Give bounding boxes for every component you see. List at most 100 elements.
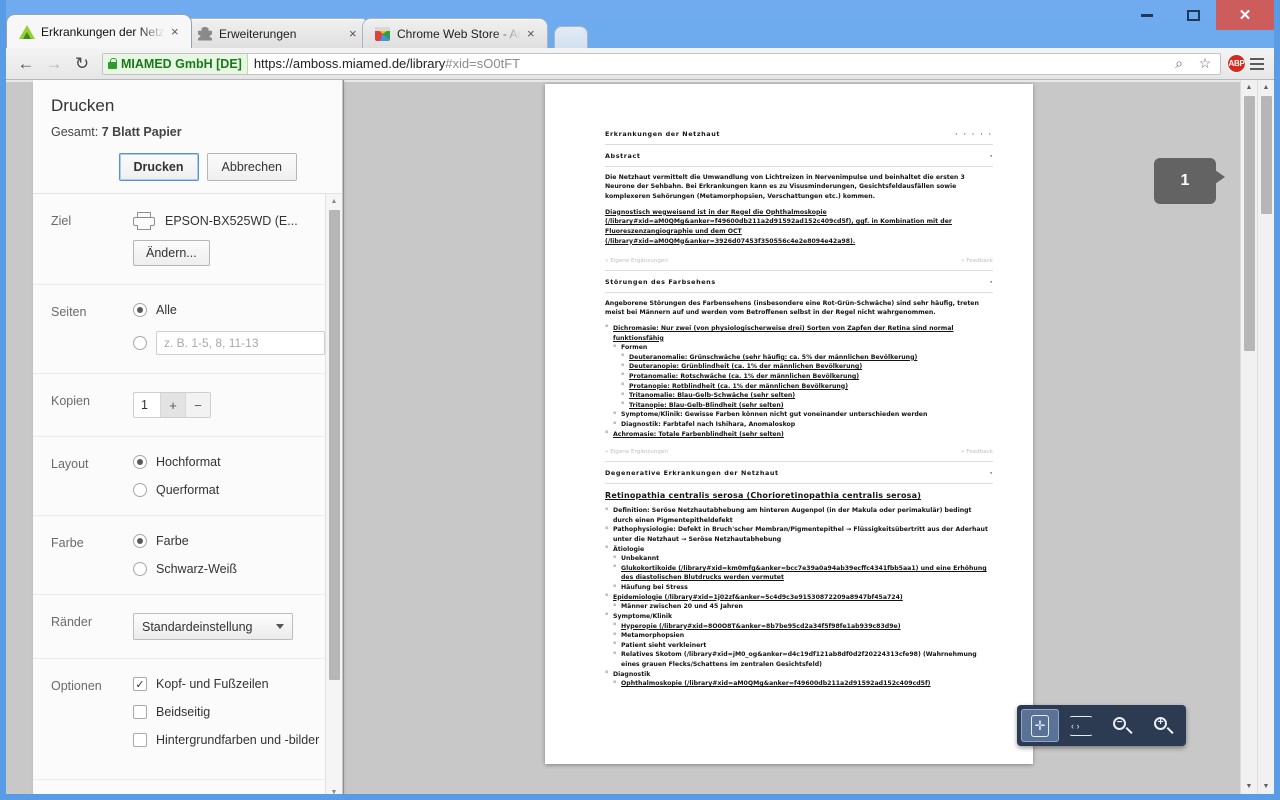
search-plus-icon[interactable]: ⌕ — [1169, 54, 1189, 74]
list-item: Formen — [613, 343, 993, 353]
adblock-plus-icon[interactable]: ABP — [1227, 54, 1246, 73]
close-button[interactable]: ✕ — [1216, 0, 1274, 30]
own-additions-link[interactable]: » Eigene Ergänzungen — [605, 448, 668, 457]
star-icon[interactable]: ☆ — [1195, 54, 1215, 74]
nested-list: Männer zwischen 20 und 45 Jahren — [613, 602, 993, 612]
print-total-summary: Gesamt: 7 Blatt Papier — [51, 125, 324, 139]
print-button[interactable]: Drucken — [118, 153, 199, 181]
maximize-button[interactable] — [1170, 0, 1216, 30]
back-button[interactable]: ← — [12, 50, 40, 78]
tab-close-icon[interactable]: × — [171, 25, 183, 38]
pages-all-option[interactable]: Alle — [133, 303, 325, 317]
print-settings-scrollbar[interactable]: ▲ ▼ — [325, 194, 342, 794]
layout-landscape-label: Querformat — [156, 483, 220, 497]
scroll-down-arrow-icon[interactable]: ▼ — [1258, 779, 1274, 794]
zoom-in-button[interactable]: + — [1144, 709, 1182, 742]
list-item: Achromasie: Totale Farbenblindheit (sehr… — [605, 429, 993, 440]
option-duplex[interactable]: Beidseitig — [133, 705, 325, 719]
page-scrollbar[interactable]: ▲ ▼ — [1257, 80, 1274, 794]
duplex-checkbox[interactable] — [133, 705, 147, 719]
pages-range-input[interactable]: z. B. 1-5, 8, 11-13 — [156, 331, 325, 355]
scroll-up-arrow-icon[interactable]: ▲ — [1241, 80, 1257, 95]
color-label: Farbe — [51, 536, 84, 550]
forward-button[interactable]: → — [40, 50, 68, 78]
nested-list: Ophthalmoskopie (/library#xid=aM0QMg&ank… — [613, 679, 993, 689]
url-fragment: #xid=sO0tFT — [445, 56, 521, 71]
tab-close-icon[interactable]: × — [527, 27, 539, 40]
option-background[interactable]: Hintergrundfarben und -bilder — [133, 733, 325, 747]
scroll-down-arrow-icon[interactable]: ▼ — [326, 785, 342, 794]
hamburger-menu-icon[interactable] — [1246, 53, 1268, 75]
preview-scrollbar[interactable]: ▲ ▼ — [1240, 80, 1257, 794]
zoom-out-button[interactable]: − — [1103, 709, 1141, 742]
print-dialog-body: Ziel EPSON-BX525WD (E... Ändern... Seite… — [33, 194, 342, 794]
scrollbar-thumb[interactable] — [329, 210, 340, 680]
security-badge[interactable]: MIAMED GmbH [DE] — [103, 53, 248, 74]
copies-label: Kopien — [51, 394, 90, 408]
tab-erkrankungen-der-netzhaut[interactable]: Erkrankungen der Netzhaut × — [6, 14, 192, 48]
background-checkbox[interactable] — [133, 733, 147, 747]
color-color-option[interactable]: Farbe — [133, 534, 325, 548]
scroll-down-arrow-icon[interactable]: ▼ — [1241, 779, 1257, 794]
list-item: Ophthalmoskopie (/library#xid=aM0QMg&ank… — [613, 679, 993, 689]
pages-range-option[interactable]: z. B. 1-5, 8, 11-13 — [133, 331, 325, 355]
fit-to-width-button[interactable]: ‹ › — [1062, 709, 1100, 742]
scroll-up-arrow-icon[interactable]: ▲ — [326, 194, 342, 209]
color-color-radio[interactable] — [133, 534, 147, 548]
tab-chrome-web-store[interactable]: Chrome Web Store - Amb × — [362, 18, 548, 48]
list-item: Männer zwischen 20 und 45 Jahren — [613, 602, 993, 612]
browser-toolbar: ← → ↻ MIAMED GmbH [DE] https://amboss.mi… — [6, 48, 1274, 80]
own-additions-link[interactable]: » Eigene Ergänzungen — [605, 257, 668, 266]
setting-options: Optionen ✓ Kopf- und Fußzeilen Beidseiti… — [33, 659, 325, 780]
setting-layout: Layout Hochformat Querformat — [33, 437, 325, 516]
address-bar[interactable]: MIAMED GmbH [DE] https://amboss.miamed.d… — [102, 52, 1221, 75]
list-item: Glukokortikoide (/library#xid=km0mfg&ank… — [613, 563, 993, 583]
scrollbar-thumb[interactable] — [1244, 96, 1255, 351]
list-item: Dichromasie: Nur zwei (von physiologisch… — [605, 323, 993, 343]
minimize-button[interactable] — [1124, 0, 1170, 30]
color-bw-option[interactable]: Schwarz-Weiß — [133, 562, 325, 576]
cancel-button[interactable]: Abbrechen — [206, 153, 297, 181]
tab-erweiterungen[interactable]: Erweiterungen × — [184, 18, 370, 48]
copies-stepper[interactable]: 1 + − — [133, 392, 211, 418]
copies-decrease-button[interactable]: − — [185, 393, 210, 417]
fit-to-page-button[interactable] — [1021, 709, 1059, 742]
list-item: Relatives Skotom (/library#xid=jM0_og&an… — [613, 650, 993, 669]
feedback-link[interactable]: » Feedback — [961, 448, 993, 457]
layout-portrait-option[interactable]: Hochformat — [133, 455, 325, 469]
document-header: Erkrankungen der Netzhaut ∙ ∙ ∙ ∙ ∙ — [605, 130, 993, 145]
section-marker: ∙ — [989, 277, 993, 286]
tab-close-icon[interactable]: × — [349, 27, 361, 40]
copies-value[interactable]: 1 — [134, 393, 160, 417]
minimize-icon — [1141, 13, 1153, 17]
background-label: Hintergrundfarben und -bilder — [156, 733, 320, 747]
section-title-degenerative: Degenerative Erkrankungen der Netzhaut ∙ — [605, 464, 993, 484]
pages-all-radio[interactable] — [133, 303, 147, 317]
list-item: Patient sieht verkleinert — [613, 640, 993, 651]
tab-label: Erkrankungen der Netzhaut — [41, 24, 165, 39]
scroll-up-arrow-icon[interactable]: ▲ — [1258, 80, 1274, 95]
section-title-text: Abstract — [605, 151, 641, 160]
pages-range-radio[interactable] — [133, 336, 147, 350]
feedback-link[interactable]: » Feedback — [961, 257, 993, 266]
new-tab-button[interactable] — [554, 26, 588, 48]
margins-select[interactable]: Standardeinstellung — [133, 613, 293, 640]
layout-landscape-radio[interactable] — [133, 483, 147, 497]
nested-list: Unbekannt Glukokortikoide (/library#xid=… — [613, 554, 993, 592]
headers-footers-checkbox[interactable]: ✓ — [133, 677, 147, 691]
layout-portrait-label: Hochformat — [156, 455, 221, 469]
scrollbar-thumb[interactable] — [1261, 96, 1272, 214]
reload-button[interactable]: ↻ — [68, 50, 96, 78]
option-headers-footers[interactable]: ✓ Kopf- und Fußzeilen — [133, 677, 325, 691]
layout-landscape-option[interactable]: Querformat — [133, 483, 325, 497]
list-item: Ätiologie — [605, 544, 993, 555]
list-item: Symptome/Klinik — [605, 611, 993, 622]
color-bw-radio[interactable] — [133, 562, 147, 576]
print-preview-page[interactable]: Erkrankungen der Netzhaut ∙ ∙ ∙ ∙ ∙ Abst… — [545, 84, 1033, 764]
copies-increase-button[interactable]: + — [160, 393, 185, 417]
nested-list: Deuteranomalie: Grünschwäche (sehr häufi… — [621, 352, 993, 411]
layout-portrait-radio[interactable] — [133, 455, 147, 469]
section-footer: » Eigene Ergänzungen » Feedback — [605, 252, 993, 271]
change-destination-button[interactable]: Ändern... — [133, 240, 210, 266]
chevron-down-icon — [276, 624, 284, 629]
